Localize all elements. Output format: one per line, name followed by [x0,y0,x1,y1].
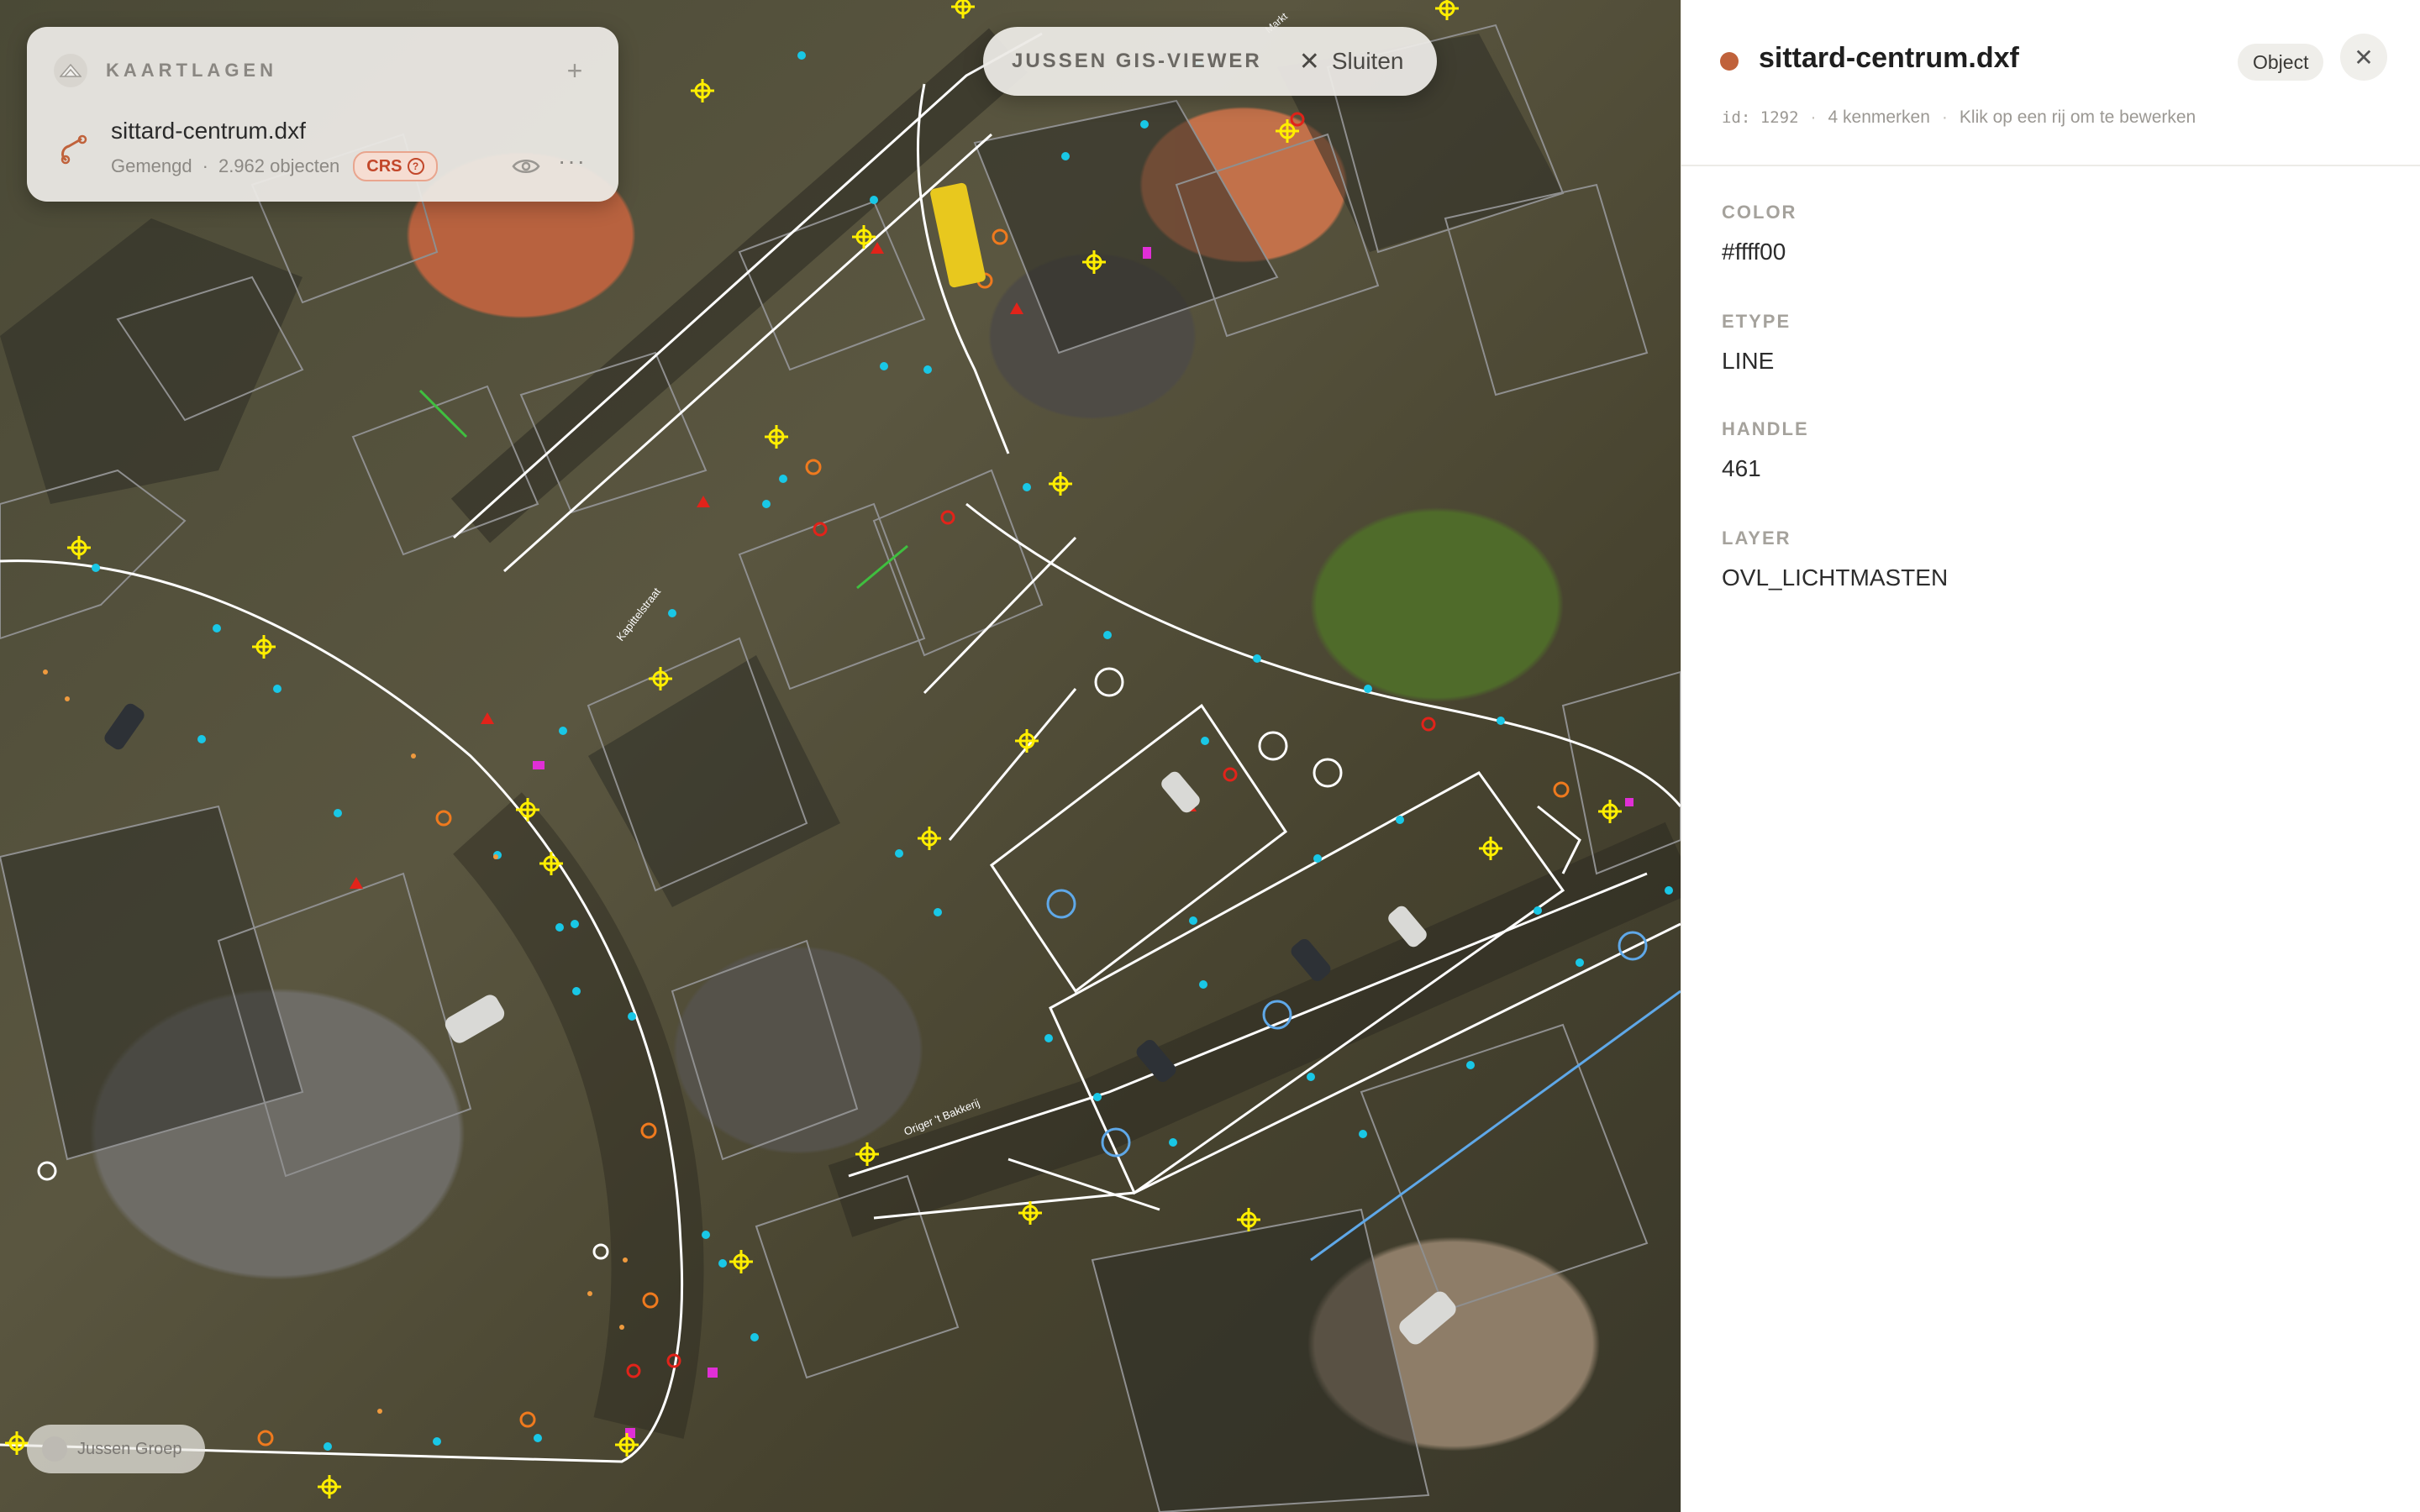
meta-separator: · [1810,108,1817,127]
brand-badge: Jussen Groep [27,1425,205,1473]
attribute-value: LINE [1722,348,1775,374]
attribute-value: OVL_LICHTMASTEN [1722,564,1949,591]
attribute-key: COLOR [1722,202,1797,223]
layer-object-count: 2.962 objecten [218,155,340,176]
more-options-button[interactable]: ··· [558,148,587,175]
jussen-logo-icon [54,54,87,87]
add-layer-button[interactable]: + [558,54,592,87]
attribute-row-color[interactable]: COLOR #ffff00 [1722,202,1797,265]
close-icon: ✕ [2354,44,2374,71]
attribute-row-layer[interactable]: LAYER OVL_LICHTMASTEN [1722,528,1948,591]
details-meta: id: 1292 · 4 kenmerken · Klik op een rij… [1722,108,2196,128]
attribute-count: 4 kenmerken [1828,108,1930,127]
map-canvas[interactable]: Kapittelstraat Origer 't Bakkerij Markt … [0,0,1681,1512]
layer-panel-title: KAARTLAGEN [106,60,277,81]
meta-separator: · [1941,108,1948,127]
attribute-row-etype[interactable]: ETYPE LINE [1722,311,1791,375]
attribute-value: 461 [1722,455,1761,481]
close-viewer-label: Sluiten [1331,48,1404,74]
help-icon: ? [407,158,424,175]
jussen-logo-icon [42,1436,67,1462]
crs-warning-badge[interactable]: CRS ? [353,151,438,181]
attribute-key: LAYER [1722,528,1791,549]
layer-meta: Gemengd · 2.962 objecten CRS ? [111,151,438,181]
details-header: sittard-centrum.dxf Object ✕ id: 1292 · … [1681,0,2420,166]
attribute-value: #ffff00 [1722,239,1786,265]
close-icon: ✕ [1298,47,1320,76]
street-label-kapittelstraat: Kapittelstraat [614,585,664,643]
edit-hint: Klik op een rij om te bewerken [1959,108,2196,127]
meta-separator: · [202,155,208,176]
attribute-key: ETYPE [1722,311,1791,332]
brand-label: Jussen Groep [77,1439,182,1458]
eye-icon[interactable] [511,156,541,176]
viewer-title: JUSSEN GIS-VIEWER [1012,50,1262,72]
layer-type: Gemengd [111,155,192,176]
close-viewer-button[interactable]: ✕ Sluiten [1299,47,1404,76]
layer-panel: KAARTLAGEN + sittard-centrum.dxf Gemengd… [27,27,618,202]
object-id: id: 1292 [1722,108,1799,127]
map-overlay: Kapittelstraat Origer 't Bakkerij Markt [0,0,1681,1512]
layer-panel-header: KAARTLAGEN + [54,52,592,89]
attribute-row-handle[interactable]: HANDLE 461 [1722,418,1809,482]
viewer-title-bar: JUSSEN GIS-VIEWER ✕ Sluiten [983,27,1437,96]
details-title: sittard-centrum.dxf [1759,42,2019,74]
object-details-panel: sittard-centrum.dxf Object ✕ id: 1292 · … [1681,0,2420,1512]
layer-color-dot [1720,52,1739,71]
close-details-button[interactable]: ✕ [2340,34,2387,81]
dxf-file-icon [60,134,87,165]
crs-label: CRS [366,156,402,176]
layer-filename[interactable]: sittard-centrum.dxf [111,118,306,144]
attribute-key: HANDLE [1722,418,1809,439]
object-type-chip: Object [2238,44,2324,81]
